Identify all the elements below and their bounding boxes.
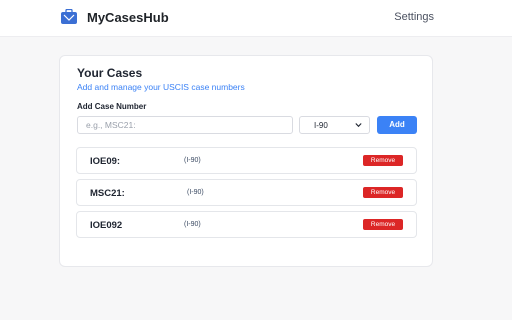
remove-case-button[interactable]: Remove [363,219,403,230]
add-case-label: Add Case Number [77,102,147,111]
add-case-button[interactable]: Add [377,116,417,134]
case-number: IOE092 [90,220,123,231]
case-form-type: (I-90) [184,221,201,228]
remove-case-button[interactable]: Remove [363,155,403,166]
case-row: MSC21: (I-90) Remove [76,179,417,206]
case-row: IOE092 (I-90) Remove [76,211,417,238]
case-row: IOE09: (I-90) Remove [76,147,417,174]
cases-card: Your Cases Add and manage your USCIS cas… [59,55,433,267]
case-form-type: (I-90) [184,157,201,164]
case-number-input[interactable] [77,116,293,134]
case-form-type: (I-90) [187,189,204,196]
briefcase-logo-icon [61,9,77,24]
case-number: IOE09: [90,156,121,167]
cases-title: Your Cases [77,66,143,80]
chevron-down-icon [355,123,362,128]
top-navbar: MyCasesHub Settings [0,0,512,37]
app-name: MyCasesHub [87,10,169,25]
case-number: MSC21: [90,188,125,199]
settings-link[interactable]: Settings [394,11,434,23]
remove-case-button[interactable]: Remove [363,187,403,198]
form-type-select[interactable]: I-90 [299,116,370,134]
form-type-value: I-90 [314,121,328,130]
cases-subtitle: Add and manage your USCIS case numbers [77,82,245,92]
